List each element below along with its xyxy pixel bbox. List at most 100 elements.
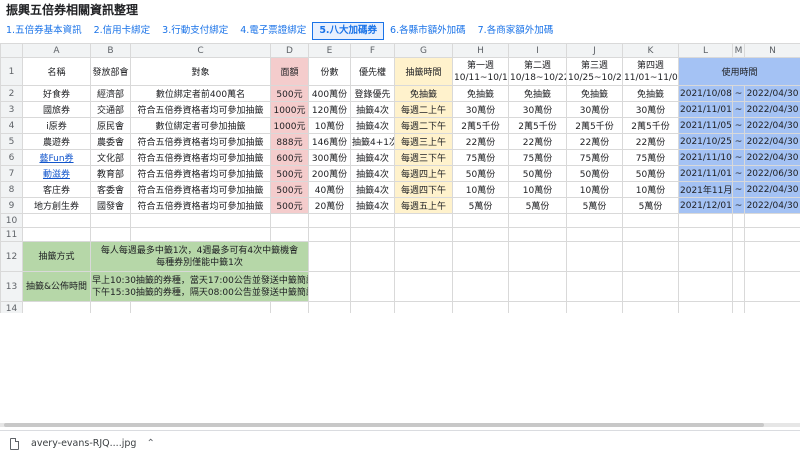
week-cell[interactable]: 免抽籤 xyxy=(566,85,623,102)
amount-cell[interactable]: 1000元 xyxy=(270,117,309,134)
week-cell[interactable]: 75萬份 xyxy=(452,149,509,166)
spreadsheet[interactable]: A B C D E F G H I J K L M N 1 名稱 發放部會 對象… xyxy=(0,43,800,313)
draw-time-cell[interactable]: 每週四上午 xyxy=(394,165,453,182)
target-cell[interactable]: 符合五倍券資格者均可參加抽籤 xyxy=(130,133,271,150)
row-number[interactable]: 1 xyxy=(0,57,23,86)
week-cell[interactable]: 50萬份 xyxy=(566,165,623,182)
week-cell[interactable]: 2萬5千份 xyxy=(566,117,623,134)
empty-cell[interactable] xyxy=(90,301,131,313)
empty-cell[interactable] xyxy=(744,271,800,302)
empty-cell[interactable] xyxy=(566,241,623,272)
empty-cell[interactable] xyxy=(308,271,351,302)
empty-cell[interactable] xyxy=(350,241,395,272)
week-cell[interactable]: 2萬5千份 xyxy=(622,117,679,134)
empty-cell[interactable] xyxy=(732,271,745,302)
empty-cell[interactable] xyxy=(394,271,453,302)
dept-cell[interactable]: 交通部 xyxy=(90,101,131,118)
tilde-cell[interactable]: ~ xyxy=(732,85,745,102)
empty-cell[interactable] xyxy=(394,241,453,272)
end-date-cell[interactable]: 2022/04/30 xyxy=(744,101,800,118)
week-cell[interactable]: 10萬份 xyxy=(566,181,623,198)
week-cell[interactable]: 22萬份 xyxy=(566,133,623,150)
dept-cell[interactable]: 教育部 xyxy=(90,165,131,182)
tilde-cell[interactable]: ~ xyxy=(732,181,745,198)
start-date-cell[interactable]: 2021/11/01 xyxy=(678,101,733,118)
amount-cell[interactable]: 500元 xyxy=(270,165,309,182)
empty-cell[interactable] xyxy=(308,213,351,228)
header-cell[interactable]: 發放部會 xyxy=(90,57,131,86)
priority-cell[interactable]: 抽籤4+1次 xyxy=(350,133,395,150)
target-cell[interactable]: 符合五倍券資格者均可參加抽籤 xyxy=(130,101,271,118)
empty-cell[interactable] xyxy=(350,227,395,242)
column-header[interactable]: M xyxy=(732,43,745,58)
start-date-cell[interactable]: 2021/12/01 xyxy=(678,197,733,214)
row-number[interactable]: 4 xyxy=(0,117,23,134)
chevron-up-icon[interactable]: ⌃ xyxy=(146,438,154,449)
empty-cell[interactable] xyxy=(90,227,131,242)
column-header[interactable]: E xyxy=(308,43,351,58)
row-number[interactable]: 13 xyxy=(0,271,23,302)
column-header[interactable]: I xyxy=(508,43,567,58)
row-number[interactable]: 3 xyxy=(0,101,23,118)
column-header[interactable]: N xyxy=(744,43,800,58)
select-all-corner[interactable] xyxy=(0,43,23,58)
note-label[interactable]: 抽籤&公佈時間 xyxy=(22,271,91,302)
week-cell[interactable]: 22萬份 xyxy=(452,133,509,150)
tab-basic-info[interactable]: 1.五倍券基本資訊 xyxy=(0,22,88,40)
week-cell[interactable]: 5萬份 xyxy=(508,197,567,214)
empty-cell[interactable] xyxy=(508,213,567,228)
start-date-cell[interactable]: 2021/10/25 xyxy=(678,133,733,150)
tab-credit-card[interactable]: 2.信用卡綁定 xyxy=(88,22,157,40)
voucher-name[interactable]: 國旅券 xyxy=(22,101,91,118)
header-cell[interactable]: 抽籤時間 xyxy=(394,57,453,86)
empty-cell[interactable] xyxy=(622,301,679,313)
empty-cell[interactable] xyxy=(308,227,351,242)
end-date-cell[interactable]: 2022/06/30 xyxy=(744,165,800,182)
empty-cell[interactable] xyxy=(508,241,567,272)
tilde-cell[interactable]: ~ xyxy=(732,197,745,214)
header-cell[interactable]: 第二週 10/18~10/22 xyxy=(508,57,567,86)
week-cell[interactable]: 50萬份 xyxy=(452,165,509,182)
target-cell[interactable]: 數位綁定者前400萬名 xyxy=(130,85,271,102)
amount-cell[interactable]: 500元 xyxy=(270,85,309,102)
empty-cell[interactable] xyxy=(508,301,567,313)
empty-cell[interactable] xyxy=(678,301,733,313)
column-header[interactable]: K xyxy=(622,43,679,58)
week-cell[interactable]: 10萬份 xyxy=(508,181,567,198)
empty-cell[interactable] xyxy=(22,213,91,228)
priority-cell[interactable]: 抽籤4次 xyxy=(350,181,395,198)
column-header[interactable]: B xyxy=(90,43,131,58)
empty-cell[interactable] xyxy=(452,213,509,228)
empty-cell[interactable] xyxy=(678,213,733,228)
empty-cell[interactable] xyxy=(622,241,679,272)
header-cell[interactable]: 份數 xyxy=(308,57,351,86)
column-header[interactable]: F xyxy=(350,43,395,58)
empty-cell[interactable] xyxy=(566,213,623,228)
amount-cell[interactable]: 888元 xyxy=(270,133,309,150)
count-cell[interactable]: 20萬份 xyxy=(308,197,351,214)
start-date-cell[interactable]: 2021/11/01 xyxy=(678,165,733,182)
draw-time-cell[interactable]: 每週四下午 xyxy=(394,181,453,198)
row-number[interactable]: 8 xyxy=(0,181,23,198)
week-cell[interactable]: 免抽籤 xyxy=(452,85,509,102)
empty-cell[interactable] xyxy=(678,241,733,272)
tab-mobile-pay[interactable]: 3.行動支付綁定 xyxy=(156,22,234,40)
empty-cell[interactable] xyxy=(350,271,395,302)
empty-cell[interactable] xyxy=(452,271,509,302)
empty-cell[interactable] xyxy=(350,213,395,228)
column-header[interactable]: J xyxy=(566,43,623,58)
priority-cell[interactable]: 登錄優先 xyxy=(350,85,395,102)
week-cell[interactable]: 10萬份 xyxy=(622,181,679,198)
empty-cell[interactable] xyxy=(744,241,800,272)
row-number[interactable]: 5 xyxy=(0,133,23,150)
target-cell[interactable]: 符合五倍券資格者均可參加抽籤 xyxy=(130,165,271,182)
header-cell[interactable]: 使用時間 xyxy=(678,57,800,86)
header-cell[interactable]: 優先權 xyxy=(350,57,395,86)
empty-cell[interactable] xyxy=(508,271,567,302)
count-cell[interactable]: 10萬份 xyxy=(308,117,351,134)
end-date-cell[interactable]: 2022/04/30 xyxy=(744,181,800,198)
note-text[interactable]: 每人每週最多中籤1次，4週最多可有4次中籤機會 每種券別僅能中籤1次 xyxy=(90,241,309,272)
empty-cell[interactable] xyxy=(308,241,351,272)
dept-cell[interactable]: 文化部 xyxy=(90,149,131,166)
tilde-cell[interactable]: ~ xyxy=(732,117,745,134)
